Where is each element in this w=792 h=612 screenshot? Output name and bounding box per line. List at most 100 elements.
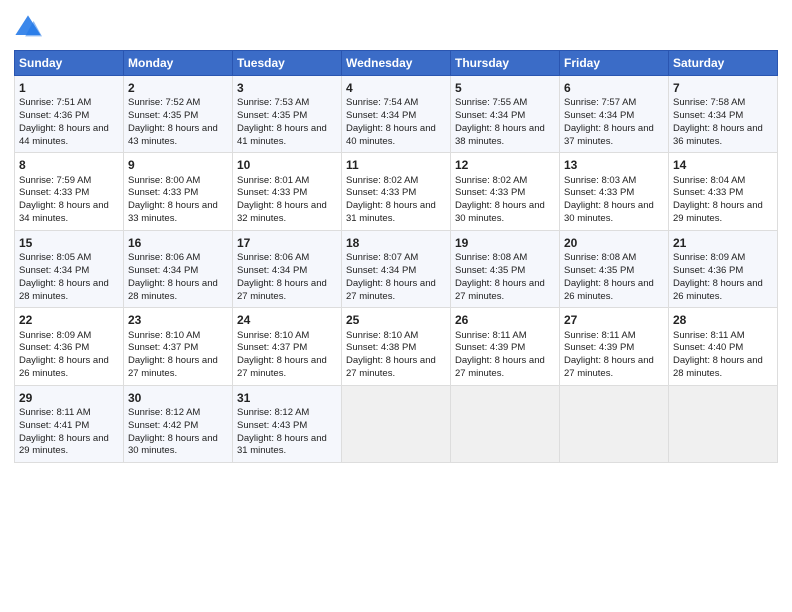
- day-number: 13: [564, 157, 664, 173]
- logo-icon: [14, 14, 42, 42]
- sunrise: Sunrise: 8:08 AM: [564, 252, 636, 263]
- daylight: Daylight: 8 hours and 27 minutes.: [128, 355, 218, 379]
- day-number: 24: [237, 312, 337, 328]
- day-number: 1: [19, 80, 119, 96]
- calendar-cell: 21Sunrise: 8:09 AMSunset: 4:36 PMDayligh…: [669, 230, 778, 307]
- sunset: Sunset: 4:38 PM: [346, 342, 416, 353]
- calendar-body: 1Sunrise: 7:51 AM Sunset: 4:36 PM Daylight…: [15, 76, 778, 463]
- sunrise: Sunrise: 7:53 AM: [237, 97, 309, 108]
- daylight: Daylight: 8 hours and 38 minutes.: [455, 123, 545, 147]
- day-number: 6: [564, 80, 664, 96]
- sunset: Sunset: 4:41 PM: [19, 420, 89, 431]
- calendar-table: SundayMondayTuesdayWednesdayThursdayFrid…: [14, 50, 778, 463]
- calendar-cell: 15Sunrise: 8:05 AMSunset: 4:34 PMDayligh…: [15, 230, 124, 307]
- day-number: 30: [128, 390, 228, 406]
- daylight: Daylight: 8 hours and 28 minutes.: [128, 278, 218, 302]
- sunrise: Sunrise: 8:06 AM: [237, 252, 309, 263]
- sunset: Sunset: 4:34 PM: [346, 110, 416, 121]
- day-header-friday: Friday: [560, 51, 669, 76]
- daylight: Daylight: 8 hours and 27 minutes.: [455, 278, 545, 302]
- daylight: Daylight: 8 hours and 32 minutes.: [237, 200, 327, 224]
- sunset: Sunset: 4:33 PM: [237, 187, 307, 198]
- daylight: Daylight: 8 hours and 27 minutes.: [346, 278, 436, 302]
- sunrise: Sunrise: 7:55 AM: [455, 97, 527, 108]
- calendar-cell: 26Sunrise: 8:11 AMSunset: 4:39 PMDayligh…: [451, 308, 560, 385]
- sunrise: Sunrise: 7:52 AM: [128, 97, 200, 108]
- daylight: Daylight: 8 hours and 34 minutes.: [19, 200, 109, 224]
- day-number: 28: [673, 312, 773, 328]
- sunrise: Sunrise: 8:07 AM: [346, 252, 418, 263]
- sunset: Sunset: 4:43 PM: [237, 420, 307, 431]
- calendar-cell: 13Sunrise: 8:03 AMSunset: 4:33 PMDayligh…: [560, 153, 669, 230]
- daylight: Daylight: 8 hours and 27 minutes.: [564, 355, 654, 379]
- day-number: 7: [673, 80, 773, 96]
- day-header-saturday: Saturday: [669, 51, 778, 76]
- sunset: Sunset: 4:34 PM: [346, 265, 416, 276]
- sunset: Sunset: 4:35 PM: [564, 265, 634, 276]
- daylight: Daylight: 8 hours and 27 minutes.: [455, 355, 545, 379]
- day-number: 12: [455, 157, 555, 173]
- sunrise: Sunrise: 8:11 AM: [673, 330, 745, 341]
- sunrise: Sunrise: 8:11 AM: [564, 330, 636, 341]
- sunset: Sunset: 4:33 PM: [346, 187, 416, 198]
- sunrise: Sunrise: 8:10 AM: [128, 330, 200, 341]
- calendar-cell: 25Sunrise: 8:10 AMSunset: 4:38 PMDayligh…: [342, 308, 451, 385]
- day-number: 25: [346, 312, 446, 328]
- sunset: Sunset: 4:36 PM: [673, 265, 743, 276]
- sunset: Sunset: 4:34 PM: [564, 110, 634, 121]
- sunset: Sunset: 4:34 PM: [673, 110, 743, 121]
- sunset: Sunset: 4:33 PM: [673, 187, 743, 198]
- calendar-cell: 7Sunrise: 7:58 AMSunset: 4:34 PMDaylight…: [669, 76, 778, 153]
- sunset: Sunset: 4:34 PM: [128, 265, 198, 276]
- sunset: Sunset: 4:36 PM: [19, 110, 89, 121]
- calendar-week-1: 1Sunrise: 7:51 AM Sunset: 4:36 PM Daylight…: [15, 76, 778, 153]
- daylight: Daylight: 8 hours and 30 minutes.: [564, 200, 654, 224]
- calendar-cell: 18Sunrise: 8:07 AMSunset: 4:34 PMDayligh…: [342, 230, 451, 307]
- day-header-sunday: Sunday: [15, 51, 124, 76]
- daylight: Daylight: 8 hours and 26 minutes.: [19, 355, 109, 379]
- sunset: Sunset: 4:37 PM: [237, 342, 307, 353]
- daylight: Daylight: 8 hours and 28 minutes.: [673, 355, 763, 379]
- calendar-cell: 2Sunrise: 7:52 AMSunset: 4:35 PMDaylight…: [124, 76, 233, 153]
- header: [14, 10, 778, 42]
- calendar-cell: 14Sunrise: 8:04 AMSunset: 4:33 PMDayligh…: [669, 153, 778, 230]
- sunrise: Sunrise: 8:11 AM: [455, 330, 527, 341]
- sunrise: Sunrise: 8:00 AM: [128, 175, 200, 186]
- calendar-cell: 30Sunrise: 8:12 AMSunset: 4:42 PMDayligh…: [124, 385, 233, 462]
- sunset: Sunset: 4:33 PM: [19, 187, 89, 198]
- daylight: Daylight: 8 hours and 26 minutes.: [564, 278, 654, 302]
- daylight: Daylight: 8 hours and 30 minutes.: [455, 200, 545, 224]
- calendar-cell: 3Sunrise: 7:53 AMSunset: 4:35 PMDaylight…: [233, 76, 342, 153]
- sunset: Sunset: 4:42 PM: [128, 420, 198, 431]
- calendar-cell: 4Sunrise: 7:54 AMSunset: 4:34 PMDaylight…: [342, 76, 451, 153]
- sunset: Sunset: 4:36 PM: [19, 342, 89, 353]
- day-number: 15: [19, 235, 119, 251]
- sunrise: Sunrise: 8:12 AM: [237, 407, 309, 418]
- sunrise: Sunrise: 8:10 AM: [237, 330, 309, 341]
- main-container: SundayMondayTuesdayWednesdayThursdayFrid…: [0, 0, 792, 471]
- sunrise: Sunrise: 8:02 AM: [455, 175, 527, 186]
- sunrise: Sunrise: 8:05 AM: [19, 252, 91, 263]
- day-number: 19: [455, 235, 555, 251]
- sunrise: Sunrise: 8:08 AM: [455, 252, 527, 263]
- calendar-cell: 17Sunrise: 8:06 AMSunset: 4:34 PMDayligh…: [233, 230, 342, 307]
- sunrise: Sunrise: 8:10 AM: [346, 330, 418, 341]
- calendar-cell: 9Sunrise: 8:00 AMSunset: 4:33 PMDaylight…: [124, 153, 233, 230]
- calendar-header-row: SundayMondayTuesdayWednesdayThursdayFrid…: [15, 51, 778, 76]
- calendar-cell: [342, 385, 451, 462]
- calendar-cell: 28 Sunrise: 8:11 AMSunset: 4:40 PM Dayligh…: [669, 308, 778, 385]
- calendar-week-3: 15Sunrise: 8:05 AM Sunset: 4:34 PM Dayligh…: [15, 230, 778, 307]
- day-number: 2: [128, 80, 228, 96]
- calendar-week-5: 29Sunrise: 8:11 AMSunset: 4:41 PMDayligh…: [15, 385, 778, 462]
- sunset: Sunset: 4:40 PM: [673, 342, 743, 353]
- calendar-cell: [669, 385, 778, 462]
- daylight: Daylight: 8 hours and 36 minutes.: [673, 123, 763, 147]
- calendar-cell: [560, 385, 669, 462]
- calendar-cell: 11Sunrise: 8:02 AMSunset: 4:33 PMDayligh…: [342, 153, 451, 230]
- sunrise: Sunrise: 7:51 AM: [19, 97, 91, 108]
- sunset: Sunset: 4:33 PM: [128, 187, 198, 198]
- sunset: Sunset: 4:34 PM: [19, 265, 89, 276]
- day-number: 17: [237, 235, 337, 251]
- day-header-tuesday: Tuesday: [233, 51, 342, 76]
- calendar-cell: 29Sunrise: 8:11 AMSunset: 4:41 PMDayligh…: [15, 385, 124, 462]
